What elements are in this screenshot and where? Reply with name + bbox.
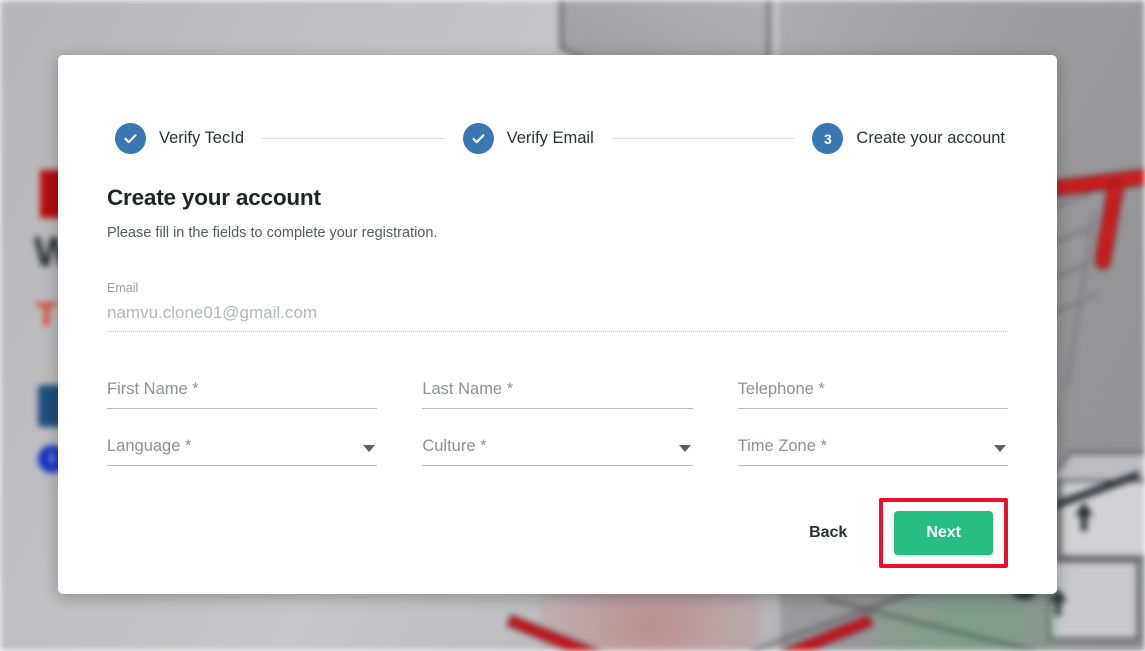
next-button-highlight: Next — [879, 498, 1008, 568]
language-select[interactable]: Language * — [107, 437, 378, 466]
step-number-badge: 3 — [812, 123, 844, 154]
check-icon — [115, 123, 146, 154]
telephone-field[interactable]: Telephone * — [737, 380, 1008, 409]
email-field-group: Email namvu.clone01@gmail.com — [107, 281, 1008, 332]
page-title: Create your account — [107, 185, 321, 210]
last-name-field[interactable]: Last Name * — [422, 380, 693, 409]
stepper-step-label: Verify TecId — [159, 129, 244, 147]
arrow-up-icon — [1081, 515, 1087, 531]
check-icon — [462, 123, 494, 154]
first-name-placeholder: First Name * — [107, 380, 199, 398]
registration-field-grid: First Name * Last Name * Telephone * Lan… — [107, 380, 1008, 466]
time-zone-select[interactable]: Time Zone * — [737, 437, 1008, 466]
stepper-connector — [262, 138, 445, 139]
registration-modal: Verify TecId Verify Email 3 Create your … — [58, 55, 1057, 594]
first-name-field[interactable]: First Name * — [107, 380, 378, 409]
shopping-cart-handle-stem-icon — [1093, 179, 1125, 271]
arrow-up-icon — [1075, 502, 1093, 516]
stepper-step-verify-tecid[interactable]: Verify TecId — [115, 123, 244, 154]
back-button[interactable]: Back — [795, 514, 861, 552]
culture-placeholder: Culture * — [422, 437, 487, 455]
stepper-step-verify-email[interactable]: Verify Email — [462, 123, 594, 154]
registration-stepper: Verify TecId Verify Email 3 Create your … — [115, 123, 1005, 154]
stepper-step-label: Verify Email — [506, 129, 594, 147]
last-name-placeholder: Last Name * — [422, 380, 514, 398]
chevron-down-icon[interactable] — [994, 445, 1006, 452]
email-field: namvu.clone01@gmail.com — [107, 303, 1008, 332]
time-zone-placeholder: Time Zone * — [737, 437, 827, 455]
modal-body: Create your account Please fill in the f… — [107, 185, 1008, 466]
telephone-placeholder: Telephone * — [737, 380, 825, 398]
stepper-connector — [611, 138, 795, 139]
next-button[interactable]: Next — [894, 511, 993, 555]
chevron-down-icon[interactable] — [363, 445, 376, 452]
backdrop-subheadline: T — [36, 296, 57, 334]
email-field-label: Email — [107, 281, 139, 295]
culture-select[interactable]: Culture * — [422, 437, 693, 466]
stepper-step-label: Create your account — [856, 129, 1006, 147]
chevron-down-icon[interactable] — [678, 445, 691, 452]
stepper-step-create-account[interactable]: 3 Create your account — [812, 123, 1005, 154]
language-placeholder: Language * — [107, 437, 192, 455]
modal-actions: Back Next — [795, 498, 1008, 568]
page-subtitle: Please fill in the fields to complete yo… — [107, 225, 438, 241]
